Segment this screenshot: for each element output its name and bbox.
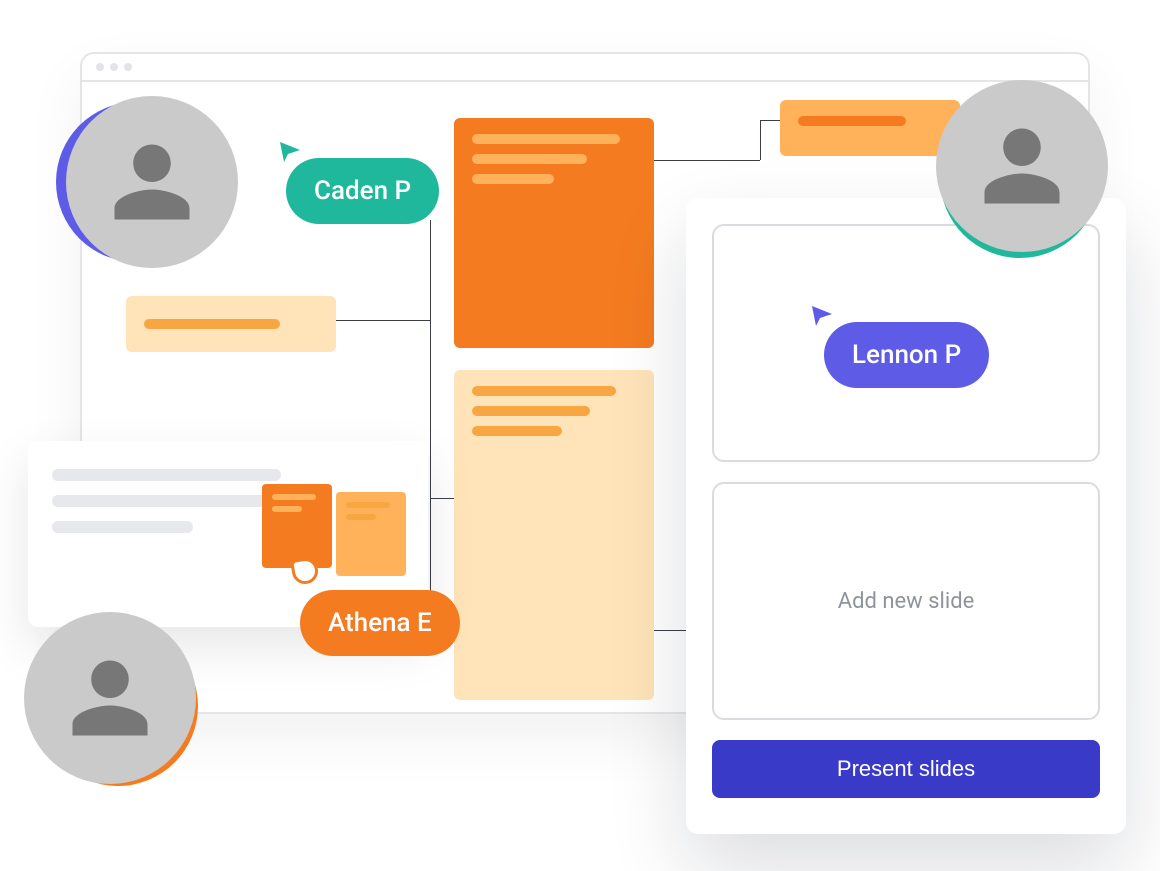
user-cursor-label: Athena E: [300, 590, 460, 656]
connector-line: [760, 120, 761, 160]
window-control-dot: [124, 63, 132, 71]
cursor-user-name: Lennon P: [852, 340, 961, 370]
person-icon: [65, 653, 155, 743]
sticky-note[interactable]: [454, 118, 654, 348]
mini-sticky-note[interactable]: [336, 492, 406, 576]
collaborator-avatar: [940, 80, 1112, 252]
user-cursor-label: Caden P: [286, 158, 439, 224]
cursor-arrow-icon: [278, 140, 304, 162]
text-placeholder-line: [52, 469, 281, 481]
sticky-note[interactable]: [454, 370, 654, 700]
mini-sticky-note[interactable]: [262, 484, 332, 568]
text-placeholder-line: [52, 521, 193, 533]
sticky-note[interactable]: [126, 296, 336, 352]
connector-line: [640, 160, 760, 161]
illustration-canvas: Lennon P Add new slide Present slides Ca…: [0, 0, 1160, 871]
cursor-user-name: Athena E: [328, 608, 432, 638]
window-control-dot: [96, 63, 104, 71]
connector-line: [430, 220, 431, 630]
cursor-user-name: Caden P: [314, 176, 411, 206]
avatar-photo: [936, 80, 1108, 252]
avatar-photo: [66, 96, 238, 268]
collaborator-avatar: [24, 612, 196, 784]
add-slide-button[interactable]: Add new slide: [712, 482, 1100, 720]
connector-line: [330, 320, 430, 321]
window-titlebar: [82, 54, 1088, 82]
cursor-arrow-icon: [810, 304, 836, 326]
avatar-photo: [24, 612, 196, 784]
sticky-note[interactable]: [780, 100, 960, 156]
connector-line: [430, 498, 454, 499]
present-slides-button[interactable]: Present slides: [712, 740, 1100, 798]
slides-panel: Lennon P Add new slide Present slides: [686, 198, 1126, 834]
person-icon: [107, 137, 197, 227]
person-icon: [977, 121, 1067, 211]
connector-line: [650, 630, 690, 631]
window-control-dot: [110, 63, 118, 71]
slide-thumbnail[interactable]: Lennon P: [712, 224, 1100, 462]
collaborator-avatar: [56, 96, 228, 268]
user-cursor-label: Lennon P: [824, 322, 989, 388]
add-slide-label: Add new slide: [838, 589, 975, 614]
